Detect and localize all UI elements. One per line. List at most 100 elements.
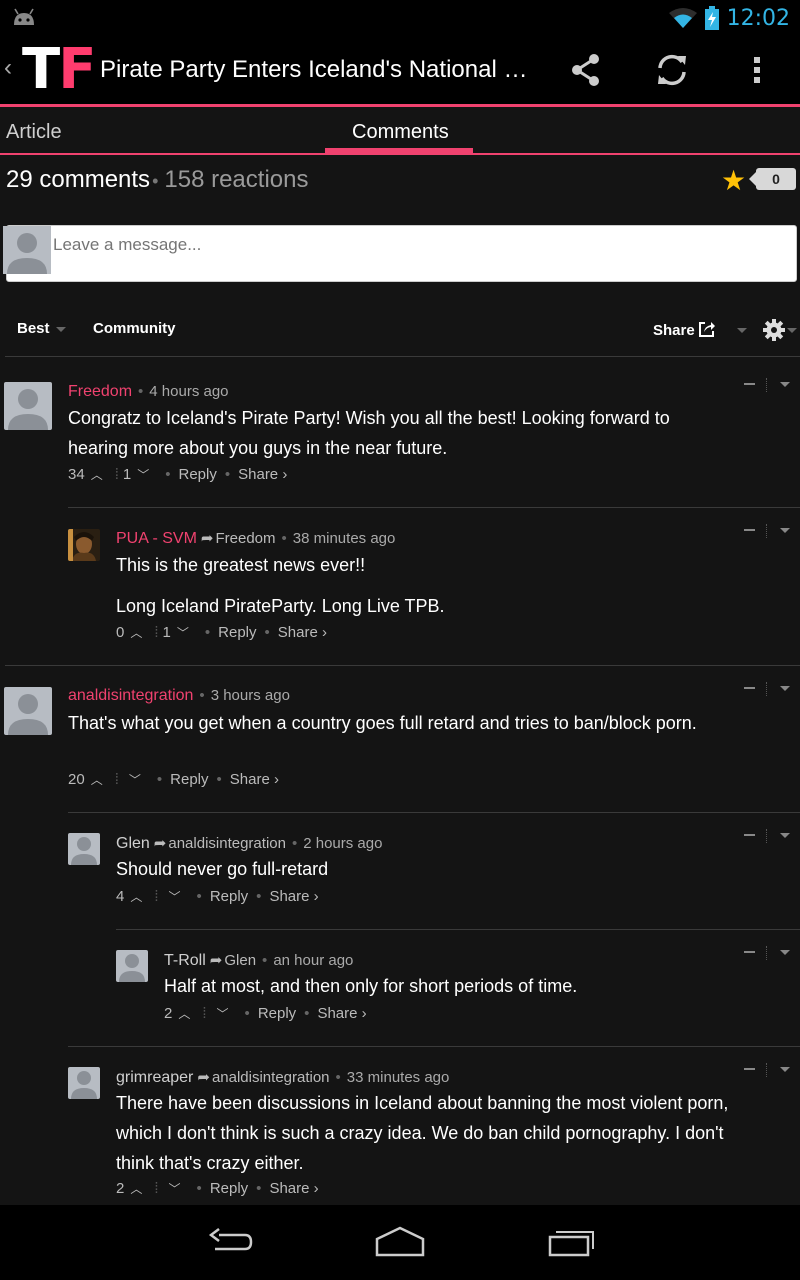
home-icon[interactable] [374, 1225, 426, 1259]
android-icon [14, 8, 34, 25]
upvote-count: 2 [116, 1180, 125, 1197]
upvote-count: 2 [164, 1005, 173, 1022]
chevron-down-icon [780, 833, 790, 838]
upvote-icon[interactable]: ︿ [130, 1180, 142, 1197]
collapse-controls[interactable] [744, 524, 790, 538]
comments-count: 29 comments [6, 166, 151, 193]
avatar[interactable] [68, 529, 100, 561]
share-thread-button[interactable]: Share [653, 322, 695, 339]
collapse-icon [744, 383, 755, 385]
share-link[interactable]: Share › [269, 888, 318, 905]
battery-charging-icon [704, 6, 719, 30]
upvote-icon[interactable]: ︿ [178, 1005, 190, 1022]
parent-author[interactable]: Freedom [215, 530, 275, 547]
upvote-count: 20 [68, 771, 85, 788]
divider [5, 356, 800, 357]
sort-bar: Best Community Share [0, 310, 800, 350]
community-tab[interactable]: Community [93, 320, 176, 337]
downvote-icon[interactable]: ﹀ [169, 888, 181, 905]
avatar[interactable] [116, 950, 148, 982]
tab-article[interactable]: Article [6, 121, 62, 144]
collapse-controls[interactable] [744, 378, 790, 392]
avatar[interactable] [4, 382, 52, 430]
reply-link[interactable]: Reply [210, 1180, 248, 1197]
collapse-controls[interactable] [744, 682, 790, 696]
avatar[interactable] [68, 1067, 100, 1099]
downvote-icon[interactable]: ﹀ [137, 466, 149, 483]
reply-link[interactable]: Reply [218, 624, 256, 641]
upvote-count: 34 [68, 466, 85, 483]
comment-actions: 34 ︿ ⁞ 1 ﹀ • Reply • Share › [68, 466, 288, 483]
downvote-icon[interactable]: ﹀ [169, 1180, 181, 1197]
comment-actions: 4 ︿ ⁞ ﹀ • Reply • Share › [116, 888, 319, 905]
comment-body: Congratz to Iceland's Pirate Party! Wish… [68, 408, 670, 458]
avatar[interactable] [4, 687, 52, 735]
reply-link[interactable]: Reply [179, 466, 217, 483]
comment-body: Half at most, and then only for short pe… [164, 976, 578, 996]
upvote-icon[interactable]: ︿ [130, 888, 142, 905]
reactions-count[interactable]: 158 reactions [164, 166, 308, 193]
downvote-count: 1 [162, 624, 171, 641]
comment-time[interactable]: 38 minutes ago [293, 530, 396, 547]
navigation-bar [0, 1205, 800, 1280]
comment-author[interactable]: Freedom [68, 383, 132, 400]
comment-time[interactable]: 33 minutes ago [347, 1069, 450, 1086]
parent-author[interactable]: Glen [224, 952, 256, 969]
collapse-controls[interactable] [744, 946, 790, 960]
chevron-down-icon [56, 327, 66, 332]
downvote-count: 1 [122, 466, 132, 483]
divider [116, 929, 800, 930]
action-bar: ‹ TF Pirate Party Enters Iceland's Natio… [0, 36, 800, 104]
app-logo[interactable]: TF [22, 42, 96, 98]
comment-actions: 2 ︿ ⁞ ﹀ • Reply • Share › [116, 1180, 319, 1197]
parent-author[interactable]: analdisintegration [212, 1069, 330, 1086]
downvote-icon[interactable]: ﹀ [129, 771, 141, 788]
reply-link[interactable]: Reply [258, 1005, 296, 1022]
overflow-menu-icon[interactable] [737, 50, 777, 90]
export-icon[interactable] [698, 320, 716, 338]
chevron-down-icon [780, 686, 790, 691]
message-input[interactable] [53, 232, 783, 258]
upvote-icon[interactable]: ︿ [91, 466, 103, 483]
refresh-icon[interactable] [652, 50, 692, 90]
star-icon[interactable]: ★ [721, 167, 746, 195]
comment-time[interactable]: 3 hours ago [211, 687, 290, 704]
upvote-icon[interactable]: ︿ [91, 771, 103, 788]
comment-time[interactable]: an hour ago [273, 952, 353, 969]
downvote-icon[interactable]: ﹀ [217, 1005, 229, 1022]
comment-author[interactable]: Glen [116, 835, 150, 852]
recent-apps-icon[interactable] [546, 1225, 596, 1259]
tab-comments[interactable]: Comments [352, 121, 449, 144]
gear-icon[interactable] [763, 319, 785, 341]
parent-author[interactable]: analdisintegration [168, 835, 286, 852]
status-bar: 12:02 [0, 0, 800, 36]
comment-author[interactable]: PUA - SVM [116, 530, 197, 547]
tab-bar: Article Comments [0, 107, 800, 154]
collapse-controls[interactable] [744, 1063, 790, 1077]
comment-time[interactable]: 4 hours ago [149, 383, 228, 400]
share-link[interactable]: Share › [230, 771, 279, 788]
collapse-icon [744, 529, 755, 531]
tab-bar-divider [0, 153, 800, 155]
back-icon[interactable] [205, 1225, 255, 1259]
comment-time[interactable]: 2 hours ago [303, 835, 382, 852]
comment-author[interactable]: T-Roll [164, 952, 206, 969]
message-composer[interactable] [6, 225, 797, 282]
sort-best-dropdown[interactable]: Best [17, 320, 50, 337]
downvote-icon[interactable]: ﹀ [177, 624, 189, 641]
comment-author[interactable]: grimreaper [116, 1069, 193, 1086]
up-caret-icon[interactable]: ‹ [4, 54, 12, 82]
share-link[interactable]: Share › [238, 466, 287, 483]
share-link[interactable]: Share › [317, 1005, 366, 1022]
share-link[interactable]: Share › [269, 1180, 318, 1197]
avatar[interactable] [68, 833, 100, 865]
divider [5, 665, 800, 666]
collapse-controls[interactable] [744, 829, 790, 843]
upvote-icon[interactable]: ︿ [130, 624, 142, 641]
reply-link[interactable]: Reply [170, 771, 208, 788]
share-icon[interactable] [566, 50, 606, 90]
article-title: Pirate Party Enters Iceland's National P… [100, 56, 530, 83]
reply-link[interactable]: Reply [210, 888, 248, 905]
comment-author[interactable]: analdisintegration [68, 687, 193, 704]
share-link[interactable]: Share › [278, 624, 327, 641]
